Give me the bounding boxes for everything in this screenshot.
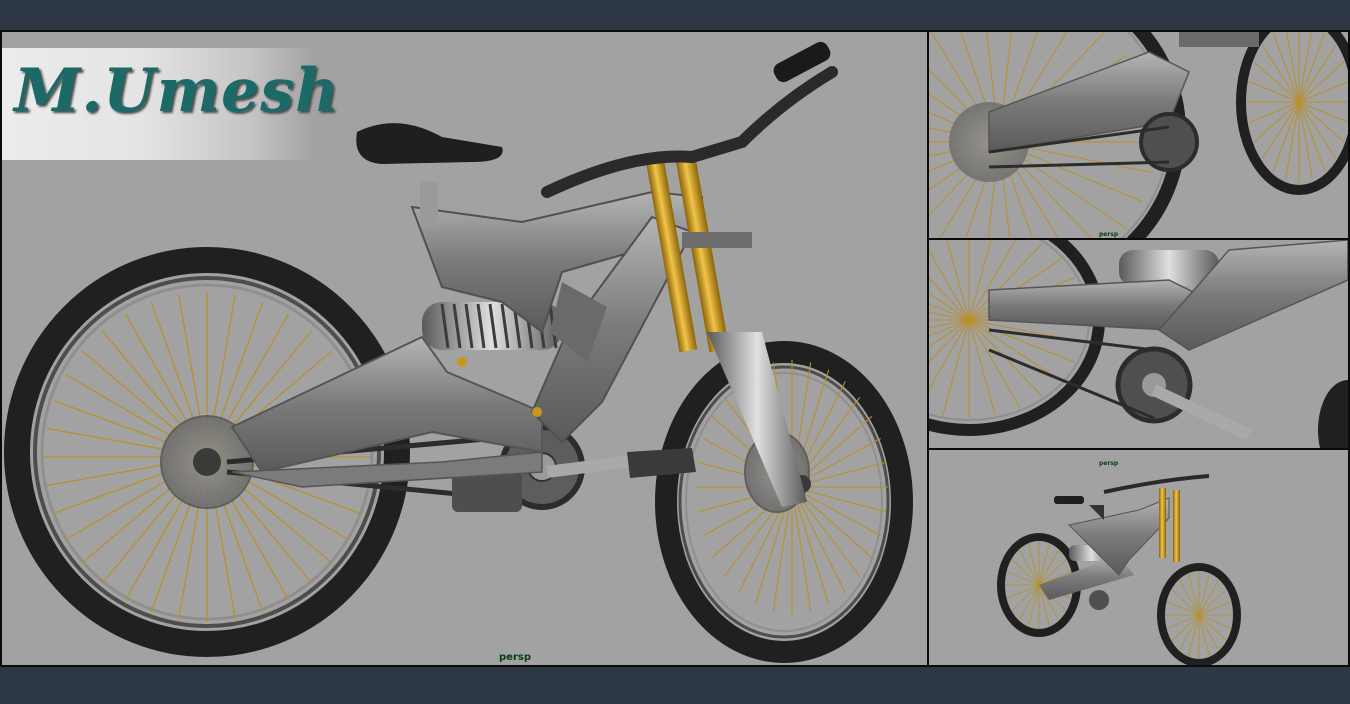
bike-render-closeup-shock: [929, 240, 1348, 448]
bottom-right-viewport[interactable]: persp: [927, 448, 1350, 667]
swingarm: [230, 335, 543, 488]
seat: [356, 123, 503, 227]
main-viewport[interactable]: M.Umesh persp: [0, 30, 929, 667]
logo-text: M.Umesh: [14, 56, 340, 126]
bike-render-closeup-rear: [929, 32, 1348, 238]
middle-right-viewport[interactable]: [927, 238, 1350, 450]
bike-render-small: [997, 474, 1241, 665]
viewport-camera-label: persp: [1099, 460, 1119, 467]
viewport-camera-label: persp: [499, 652, 531, 663]
logo-banner: M.Umesh: [2, 48, 339, 160]
top-right-viewport[interactable]: persp: [927, 30, 1350, 240]
viewport-camera-label: persp: [1099, 231, 1119, 238]
